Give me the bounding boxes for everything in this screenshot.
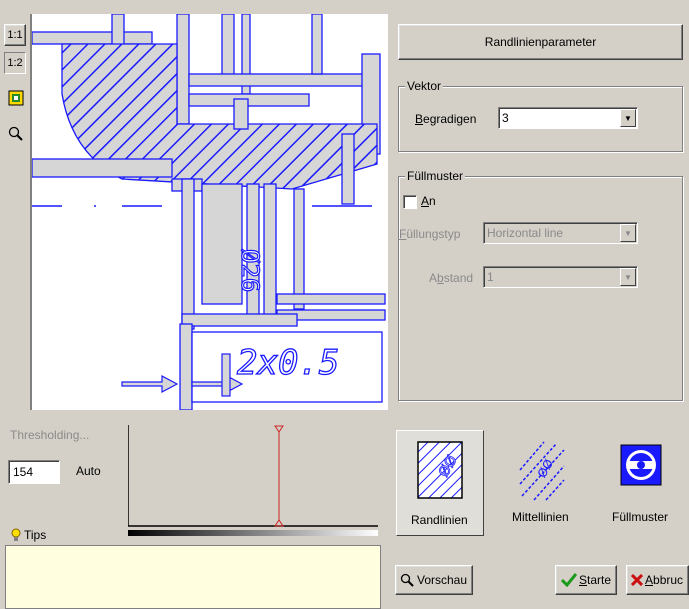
chevron-down-icon[interactable]: ▼: [620, 268, 636, 286]
mittellinien-mode-button[interactable]: ØØ Mittellinien: [500, 430, 584, 536]
begradigen-select[interactable]: 3 ▼: [498, 107, 638, 129]
threshold-histogram[interactable]: [127, 425, 378, 529]
dimension-label: 2x0.5: [237, 343, 339, 383]
chevron-down-icon[interactable]: ▼: [620, 109, 636, 127]
drawing-canvas[interactable]: Ø26 2x0.5: [30, 14, 388, 410]
vektor-group-title: Vektor: [405, 79, 444, 93]
magnifier-icon[interactable]: [8, 126, 24, 142]
zoom-1-2-button[interactable]: 1:2: [4, 52, 26, 74]
an-label[interactable]: An: [421, 194, 436, 208]
zoom-1-1-button[interactable]: 1:1: [4, 24, 26, 46]
randlinien-mode-button[interactable]: ØØ Randlinien: [396, 430, 484, 536]
tips-box: [5, 545, 381, 609]
vektor-group: Vektor Begradigen 3 ▼: [398, 79, 683, 152]
gradient-bar: [128, 530, 378, 536]
checkmark-icon: [560, 573, 577, 587]
parameter-panel: Randlinienparameter Vektor Begradigen 3 …: [388, 14, 689, 410]
threshold-input[interactable]: 154: [8, 460, 60, 484]
lightbulb-icon: [11, 528, 21, 541]
svg-text:ØØ: ØØ: [535, 457, 557, 480]
fuellmuster-label: Füllmuster: [612, 510, 669, 524]
fuellungstyp-label: Füllungstyp: [399, 227, 461, 241]
abstand-value: 1: [487, 270, 494, 284]
starte-label: Starte: [578, 573, 612, 587]
chevron-down-icon[interactable]: ▼: [620, 224, 636, 242]
randlinien-label: Randlinien: [411, 513, 468, 527]
fuellmuster-group: Füllmuster An Füllungstyp Horizontal lin…: [398, 169, 683, 401]
abbruch-label: Abbruc: [645, 573, 684, 587]
mittellinien-icon: ØØ: [519, 441, 565, 501]
randlinien-icon: ØØ: [417, 441, 463, 499]
threshold-value: 154: [13, 465, 34, 479]
randlinienparameter-header[interactable]: Randlinienparameter: [398, 24, 683, 60]
fuellmuster-mode-button[interactable]: Füllmuster: [598, 430, 689, 536]
vorschau-button[interactable]: Vorschau: [395, 565, 473, 595]
fuellungstyp-select[interactable]: Horizontal line ▼: [483, 222, 638, 244]
tips-header: Tips: [10, 528, 46, 542]
auto-label[interactable]: Auto: [76, 464, 101, 478]
abbruch-button[interactable]: Abbruc: [626, 565, 689, 595]
diameter-label: Ø26: [236, 249, 264, 292]
an-checkbox[interactable]: [403, 195, 417, 209]
abstand-label: Abstand: [429, 271, 474, 285]
fuellmuster-icon: [620, 444, 662, 486]
left-toolbar: 1:1 1:2: [0, 14, 30, 410]
threshold-marker[interactable]: [274, 425, 284, 527]
begradigen-value: 3: [502, 111, 509, 125]
mittellinien-label: Mittellinien: [512, 510, 569, 524]
begradigen-label: Begradigen: [415, 112, 477, 126]
tips-label: Tips: [24, 528, 47, 542]
fuellungstyp-value: Horizontal line: [487, 226, 564, 240]
cancel-x-icon: [631, 574, 643, 586]
vorschau-label: Vorschau: [417, 573, 468, 587]
starte-button[interactable]: Starte: [555, 565, 617, 595]
fuellmuster-group-title: Füllmuster: [405, 169, 466, 183]
image-tool-icon[interactable]: [8, 90, 24, 106]
abstand-select[interactable]: 1 ▼: [483, 266, 638, 288]
thresholding-label: Thresholding...: [10, 428, 90, 442]
magnifier-icon: [400, 573, 414, 587]
